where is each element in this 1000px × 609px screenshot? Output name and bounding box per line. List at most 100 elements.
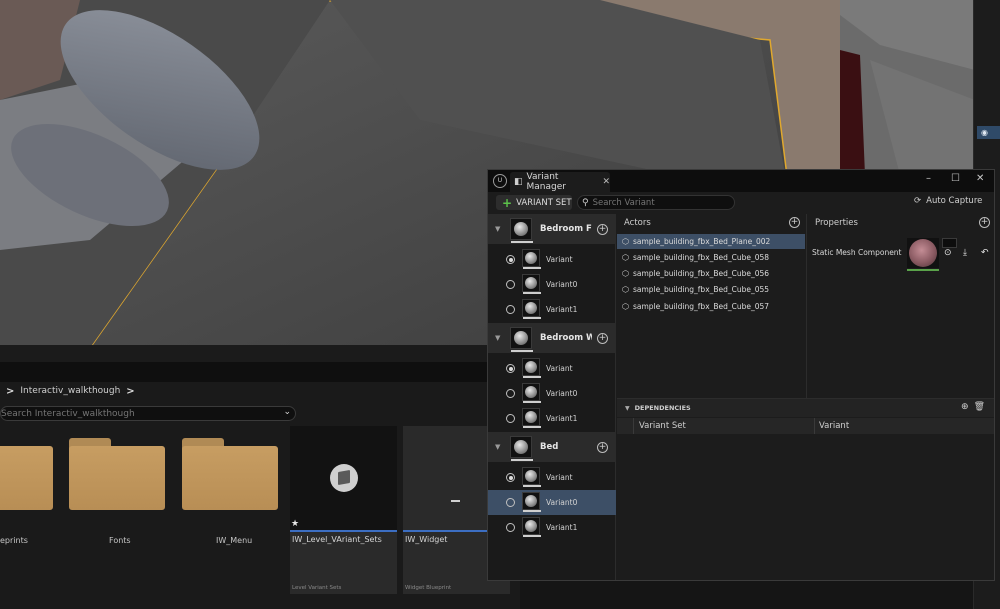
variant-set-thumbnail <box>510 218 533 243</box>
add-dependency-icon[interactable]: ⊕ <box>961 402 969 412</box>
actor-row[interactable]: ⬡ sample_building_fbx_Bed_Cube_058 <box>617 250 805 265</box>
material-dropdown[interactable] <box>942 238 957 248</box>
variant-row[interactable]: Variant0 <box>488 381 616 406</box>
actor-row[interactable]: ⬡ sample_building_fbx_Bed_Cube_055 <box>617 282 805 297</box>
favorite-star-icon[interactable]: ★ <box>291 519 299 529</box>
actor-label: sample_building_fbx_Bed_Cube_058 <box>632 253 770 262</box>
variant-label: Variant0 <box>546 389 578 398</box>
dependencies-section: ▼ DEPENDENCIES ⊕ 🗑 Variant Set Variant <box>617 398 994 580</box>
visibility-eye-icon[interactable]: ◉ <box>977 126 1000 139</box>
variant-set-name: Bed <box>540 442 559 452</box>
variant-set-thumbnail <box>510 436 533 461</box>
actor-label: sample_building_fbx_Bed_Cube_057 <box>632 302 770 311</box>
delete-dependency-icon[interactable]: 🗑 <box>974 402 985 412</box>
variant-radio[interactable] <box>506 414 515 423</box>
variant-label: Variant1 <box>546 523 578 532</box>
variant-manager-icon: ◧ <box>514 177 523 187</box>
asset-name: IW_Widget <box>405 535 448 544</box>
column-variant-set[interactable]: Variant Set <box>639 421 686 431</box>
plus-icon: + <box>502 195 513 210</box>
add-property-icon[interactable]: + <box>979 217 990 228</box>
dependencies-column-headers: Variant Set Variant <box>617 418 994 434</box>
add-variant-icon[interactable]: + <box>597 223 608 235</box>
variant-row[interactable]: Variant <box>488 465 616 490</box>
breadcrumb-separator[interactable]: > <box>126 386 134 397</box>
variant-label: Variant0 <box>546 280 578 289</box>
variant-set-header[interactable]: ▼ Bed + <box>488 432 616 462</box>
variant-search-input[interactable] <box>592 197 723 208</box>
variant-label: Variant1 <box>546 305 578 314</box>
actor-row[interactable]: ⬡ sample_building_fbx_Bed_Cube_056 <box>617 266 805 281</box>
variant-radio[interactable] <box>506 280 515 289</box>
material-thumbnail[interactable] <box>907 238 939 271</box>
add-variant-set-button[interactable]: + VARIANT SET <box>496 195 572 210</box>
collapse-triangle-icon[interactable]: ▼ <box>495 334 500 342</box>
record-property-icon[interactable]: ⤓ <box>963 248 967 258</box>
collapse-triangle-icon[interactable]: ▼ <box>625 405 630 412</box>
content-browser: > Interactiv_walkthough > ⌄ eprints Font… <box>0 382 520 609</box>
active-variant-radio[interactable] <box>506 473 515 482</box>
variant-radio[interactable] <box>506 389 515 398</box>
browse-asset-icon[interactable]: ⊙ <box>944 248 952 258</box>
static-mesh-icon: ⬡ <box>622 237 629 246</box>
chevron-down-icon[interactable]: ⌄ <box>283 407 291 417</box>
window-titlebar[interactable]: U ◧ Variant Manager ✕ – ☐ ✕ <box>488 170 994 192</box>
folder-label: Fonts <box>109 536 131 545</box>
close-icon[interactable]: ✕ <box>602 177 610 187</box>
active-variant-radio[interactable] <box>506 255 515 264</box>
asset-tile[interactable]: ★ IW_Level_VAriant_Sets Level Variant Se… <box>290 426 397 594</box>
add-variant-icon[interactable]: + <box>597 332 608 344</box>
variant-row[interactable]: Variant1 <box>488 406 616 431</box>
reset-property-icon[interactable]: ↶ <box>981 248 989 258</box>
properties-header: Properties <box>815 218 858 228</box>
variant-sets-panel: ▼ Bedroom Floor + Variant Variant0 Varia… <box>488 214 616 580</box>
variant-row[interactable]: Variant0 <box>488 272 616 297</box>
static-mesh-icon: ⬡ <box>622 253 629 262</box>
auto-capture-label: Auto Capture <box>926 196 983 206</box>
collapse-triangle-icon[interactable]: ▼ <box>495 443 500 451</box>
variant-radio[interactable] <box>506 523 515 532</box>
folder-tile[interactable] <box>69 438 165 510</box>
active-variant-radio[interactable] <box>506 364 515 373</box>
column-variant[interactable]: Variant <box>819 421 849 431</box>
close-window-icon[interactable]: ✕ <box>976 173 984 184</box>
variant-label: Variant <box>546 255 573 264</box>
breadcrumb-separator[interactable]: > <box>6 386 14 397</box>
variant-set-header[interactable]: ▼ Bedroom Walls + <box>488 323 616 353</box>
content-search-input[interactable] <box>1 408 271 419</box>
folder-label: eprints <box>0 536 28 545</box>
folder-tile[interactable] <box>182 438 278 510</box>
add-variant-icon[interactable]: + <box>597 441 608 453</box>
maximize-icon[interactable]: ☐ <box>951 173 960 184</box>
variant-set-header[interactable]: ▼ Bedroom Floor + <box>488 214 616 244</box>
variant-label: Variant0 <box>546 498 578 507</box>
variant-row[interactable]: Variant1 <box>488 515 616 540</box>
variant-row-selected[interactable]: Variant0 <box>488 490 616 515</box>
breadcrumb: > Interactiv_walkthough > <box>0 382 520 400</box>
variant-search-field[interactable]: ⚲ <box>577 195 735 210</box>
variant-radio[interactable] <box>506 498 515 507</box>
actor-row-selected[interactable]: ⬡ sample_building_fbx_Bed_Plane_002 <box>617 234 805 249</box>
variant-manager-toolbar: + VARIANT SET ⚲ ⟳ Auto Capture <box>488 192 994 214</box>
widget-blueprint-icon <box>451 500 460 502</box>
asset-type: Widget Blueprint <box>405 585 452 591</box>
folder-tile[interactable] <box>0 438 53 510</box>
variant-row[interactable]: Variant1 <box>488 297 616 322</box>
minimize-icon[interactable]: – <box>926 173 931 184</box>
variant-row[interactable]: Variant <box>488 356 616 381</box>
content-search-field[interactable]: ⌄ <box>0 406 296 421</box>
dependencies-actions: ⊕ 🗑 <box>961 402 985 412</box>
add-actor-icon[interactable]: + <box>789 217 800 228</box>
variant-radio[interactable] <box>506 305 515 314</box>
breadcrumb-folder[interactable]: Interactiv_walkthough <box>20 386 120 396</box>
actor-row[interactable]: ⬡ sample_building_fbx_Bed_Cube_057 <box>617 299 805 314</box>
asset-type: Level Variant Sets <box>292 585 342 591</box>
tab-variant-manager[interactable]: ◧ Variant Manager ✕ <box>510 172 610 192</box>
auto-capture-button[interactable]: ⟳ Auto Capture <box>914 196 982 206</box>
collapse-triangle-icon[interactable]: ▼ <box>495 225 500 233</box>
variant-row[interactable]: Variant <box>488 247 616 272</box>
dependencies-header[interactable]: ▼ DEPENDENCIES <box>617 399 994 417</box>
property-label: Static Mesh Component / Material <box>812 248 902 257</box>
actor-label: sample_building_fbx_Bed_Cube_055 <box>632 285 770 294</box>
level-variant-sets-icon <box>330 464 358 492</box>
